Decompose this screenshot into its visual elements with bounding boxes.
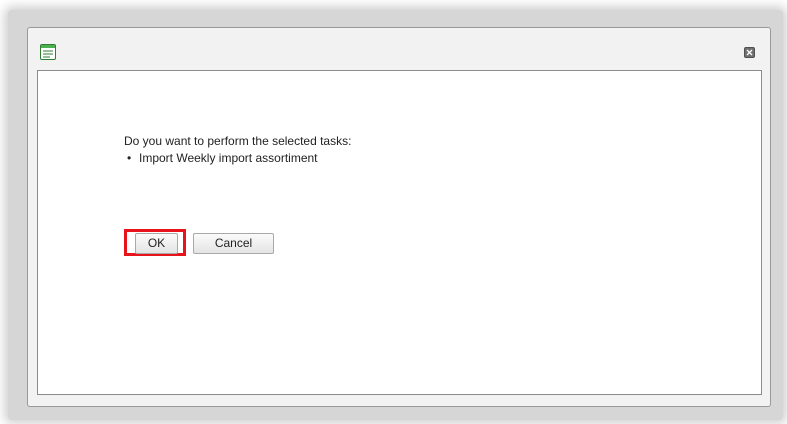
task-list-item: • Import Weekly import assortiment (124, 150, 351, 167)
dialog-titlebar (28, 28, 770, 70)
document-icon (40, 44, 56, 60)
confirm-dialog: Do you want to perform the selected task… (27, 27, 771, 407)
message-text: Do you want to perform the selected task… (124, 134, 352, 148)
confirm-message: Do you want to perform the selected task… (124, 133, 351, 167)
cancel-button[interactable]: Cancel (193, 233, 274, 254)
ok-button[interactable]: OK (135, 233, 178, 254)
task-label: Import Weekly import assortiment (139, 151, 318, 165)
dialog-content: Do you want to perform the selected task… (37, 70, 762, 395)
bullet: • (127, 151, 132, 165)
close-icon[interactable] (744, 47, 755, 58)
